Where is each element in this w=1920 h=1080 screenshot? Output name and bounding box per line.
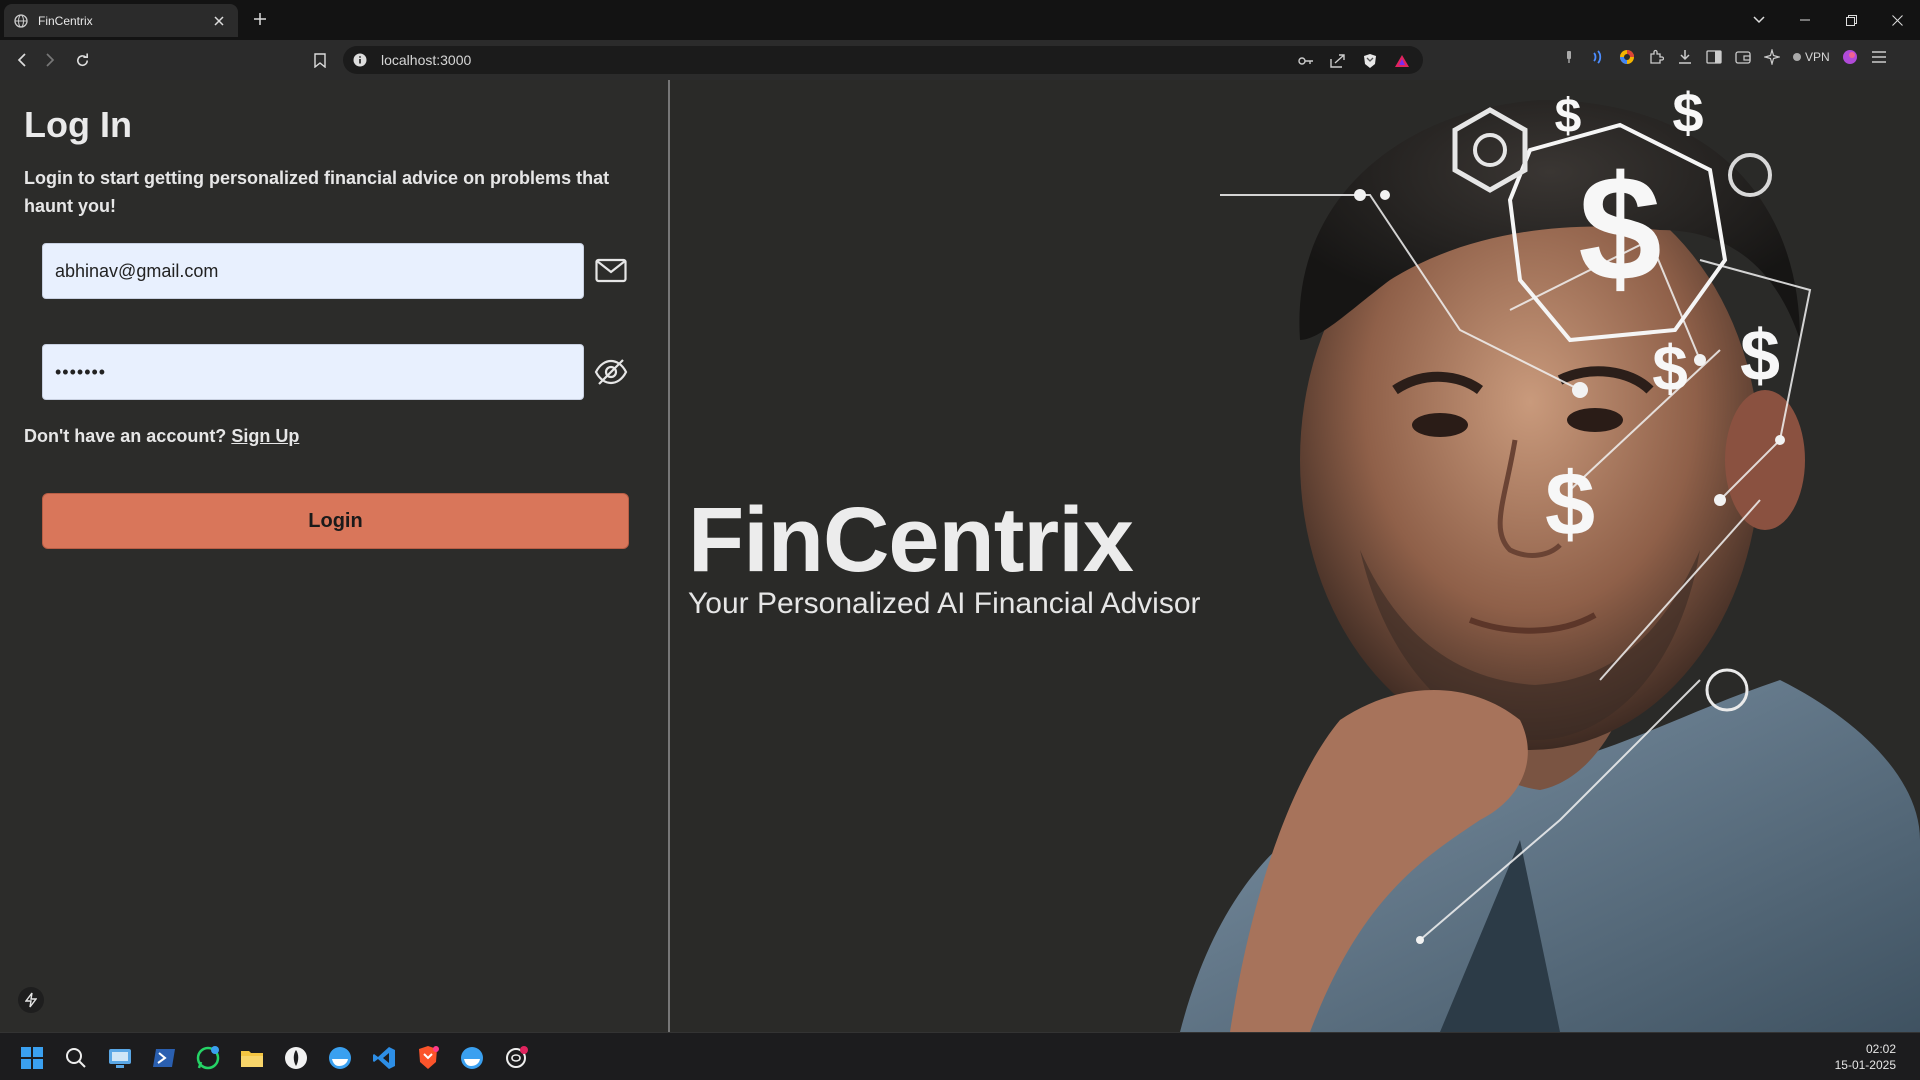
eye-off-icon[interactable] <box>594 355 628 389</box>
share-icon[interactable] <box>1329 53 1347 69</box>
browser-tab[interactable]: FinCentrix <box>4 4 238 37</box>
sidebar-toggle-icon[interactable] <box>1705 49 1723 65</box>
dollar-symbol: $ <box>1652 332 1688 404</box>
browser-tabbar: FinCentrix <box>0 0 1920 40</box>
login-title: Log In <box>24 104 132 145</box>
file-explorer-icon[interactable] <box>238 1044 266 1072</box>
menu-icon[interactable] <box>1870 49 1888 65</box>
search-icon[interactable] <box>62 1044 90 1072</box>
close-tab-icon[interactable] <box>210 12 228 30</box>
restore-button[interactable] <box>1828 0 1874 40</box>
windows-taskbar: 02:02 15-01-2025 <box>0 1032 1920 1080</box>
login-subtitle: Login to start getting personalized fina… <box>24 168 610 216</box>
docker-icon[interactable] <box>326 1044 354 1072</box>
brand-name: FinCentrix <box>688 489 1134 591</box>
clock-date: 15-01-2025 <box>1834 1058 1896 1072</box>
brave-browser-icon[interactable] <box>414 1044 442 1072</box>
dollar-symbol: $ <box>1740 316 1780 396</box>
signup-prompt: Don't have an account? Sign Up <box>24 426 299 447</box>
dollar-symbol: $ <box>1555 90 1582 143</box>
dollar-symbol: $ <box>1578 144 1661 312</box>
docker-desktop-icon[interactable] <box>458 1044 486 1072</box>
bolt-icon[interactable] <box>18 987 44 1013</box>
mongodb-compass-icon[interactable] <box>282 1044 310 1072</box>
minimize-button[interactable] <box>1782 0 1828 40</box>
bookmark-icon[interactable] <box>310 50 330 70</box>
clock-time: 02:02 <box>1865 1042 1896 1056</box>
powershell-icon[interactable] <box>150 1044 178 1072</box>
vpn-label: VPN <box>1805 50 1830 64</box>
hero-man-image: $ $ $ $ $ $ <box>1180 81 1920 1032</box>
tab-list-chevron-icon[interactable] <box>1736 0 1782 40</box>
brave-rewards-icon[interactable] <box>1393 53 1411 69</box>
leo-ai-icon[interactable] <box>1763 49 1781 65</box>
brave-shield-icon[interactable] <box>1361 53 1379 69</box>
wallet-icon[interactable] <box>1734 49 1752 65</box>
forward-arrow-icon[interactable] <box>40 50 60 70</box>
close-window-button[interactable] <box>1874 0 1920 40</box>
brand-tagline: Your Personalized AI Financial Advisor <box>688 587 1201 620</box>
extension-color-icon[interactable] <box>1618 49 1636 65</box>
tab-title: FinCentrix <box>38 13 93 28</box>
back-arrow-icon[interactable] <box>12 50 32 70</box>
no-account-text: Don't have an account? <box>24 426 227 446</box>
page-content: Log In Login to start getting personaliz… <box>0 80 1920 1032</box>
email-field[interactable] <box>42 243 584 299</box>
sign-up-link[interactable]: Sign Up <box>231 426 299 446</box>
vpn-button[interactable]: VPN <box>1792 50 1830 64</box>
dollar-symbol: $ <box>1672 81 1703 144</box>
login-button[interactable]: Login <box>42 493 629 549</box>
site-info-icon[interactable] <box>353 53 367 67</box>
chatgpt-icon[interactable] <box>502 1044 530 1072</box>
url-text: localhost:3000 <box>381 52 472 68</box>
new-tab-button[interactable] <box>250 9 270 29</box>
dollar-symbol: $ <box>1545 455 1595 555</box>
extension-speech-icon[interactable] <box>1589 49 1607 65</box>
mail-icon <box>594 254 628 288</box>
remote-desktop-icon[interactable] <box>106 1044 134 1072</box>
login-panel: Log In Login to start getting personaliz… <box>0 80 670 1032</box>
vscode-icon[interactable] <box>370 1044 398 1072</box>
reload-icon[interactable] <box>72 50 92 70</box>
whatsapp-icon[interactable] <box>194 1044 222 1072</box>
address-bar[interactable]: localhost:3000 <box>343 46 1423 74</box>
windows-start-icon[interactable] <box>18 1044 46 1072</box>
password-field[interactable] <box>42 344 584 400</box>
globe-icon <box>14 13 28 28</box>
key-icon[interactable] <box>1297 53 1315 69</box>
extension-pin-icon[interactable] <box>1560 49 1578 65</box>
extensions-puzzle-icon[interactable] <box>1647 49 1665 65</box>
profile-avatar-icon[interactable] <box>1841 49 1859 65</box>
download-icon[interactable] <box>1676 49 1694 65</box>
system-clock[interactable]: 02:02 15-01-2025 <box>1835 1041 1896 1073</box>
